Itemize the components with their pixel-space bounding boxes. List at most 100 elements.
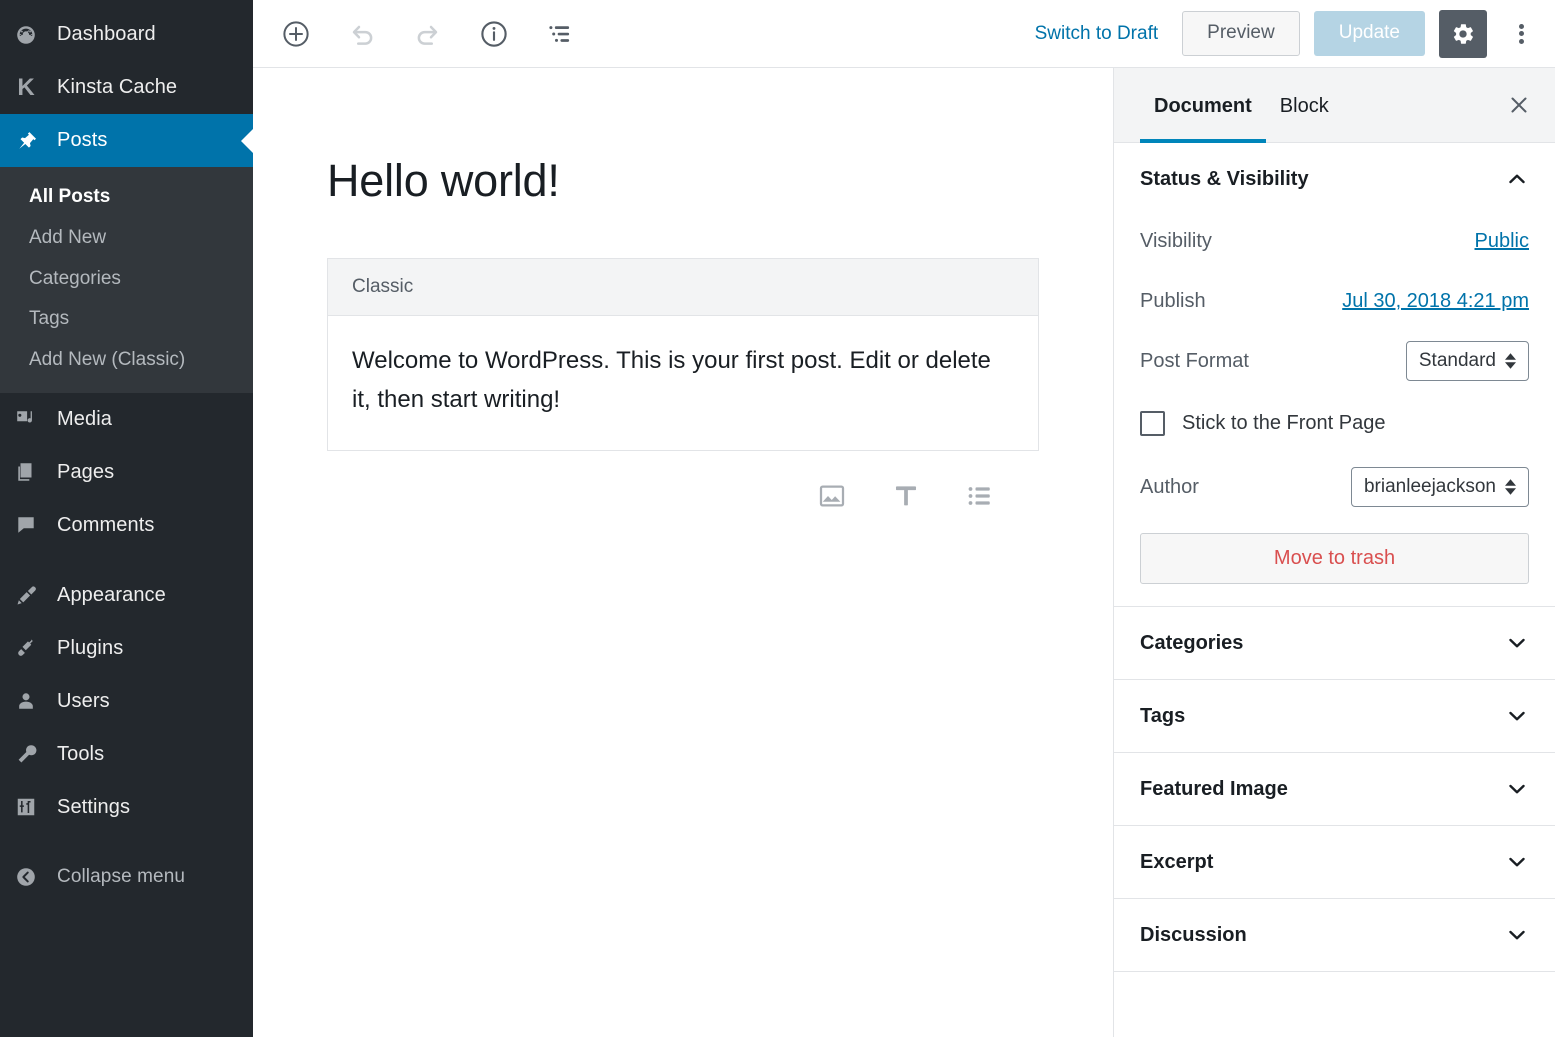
author-value: brianleejackson: [1363, 476, 1496, 497]
submenu-item-all-posts[interactable]: All Posts: [0, 177, 253, 218]
image-icon[interactable]: [815, 479, 849, 513]
update-button[interactable]: Update: [1313, 11, 1425, 56]
sidebar-item-label: Media: [57, 407, 112, 430]
editor-body: Hello world! Classic Welcome to WordPres…: [253, 68, 1555, 1037]
post-title[interactable]: Hello world!: [327, 154, 1039, 208]
sidebar-item-label: Appearance: [57, 583, 166, 606]
tab-document[interactable]: Document: [1140, 69, 1266, 143]
paragraph-icon[interactable]: [889, 479, 923, 513]
stick-front-page-checkbox[interactable]: [1140, 410, 1165, 436]
sidebar-item-label: Tools: [57, 742, 105, 765]
classic-block[interactable]: Classic Welcome to WordPress. This is yo…: [327, 258, 1039, 451]
sidebar-item-label: Comments: [57, 513, 155, 536]
panel-excerpt-header[interactable]: Excerpt: [1114, 826, 1555, 898]
wordpress-editor-app: Dashboard K Kinsta Cache Posts All Posts…: [0, 0, 1555, 1037]
close-icon: [1507, 93, 1531, 117]
tools-wrench-icon: [12, 743, 40, 765]
block-navigation-button[interactable]: [539, 13, 581, 55]
panel-title: Status & Visibility: [1140, 167, 1309, 190]
switch-to-draft-link[interactable]: Switch to Draft: [1025, 17, 1169, 51]
quick-insert-bar: [327, 451, 1039, 513]
toolbar-left-group: [275, 13, 581, 55]
submenu-item-tags[interactable]: Tags: [0, 299, 253, 340]
panel-title: Tags: [1140, 704, 1186, 727]
spinner-arrows-icon: [1505, 353, 1516, 369]
settings-sidebar: Document Block Status & Visibility Visib…: [1113, 68, 1555, 1037]
author-select[interactable]: brianleejackson: [1350, 467, 1529, 507]
users-icon: [12, 690, 40, 712]
publish-date-link[interactable]: Jul 30, 2018 4:21 pm: [1342, 290, 1529, 313]
content-info-button[interactable]: [473, 13, 515, 55]
panel-status-visibility-body: Visibility Public Publish Jul 30, 2018 4…: [1114, 215, 1555, 606]
panel-discussion-header[interactable]: Discussion: [1114, 899, 1555, 971]
redo-button[interactable]: [407, 13, 449, 55]
stick-front-page-label: Stick to the Front Page: [1182, 411, 1386, 434]
sidebar-item-label: Dashboard: [57, 23, 156, 45]
submenu-item-add-new-classic[interactable]: Add New (Classic): [0, 340, 253, 381]
sidebar-item-dashboard[interactable]: Dashboard: [0, 8, 253, 61]
sidebar-item-kinsta-cache[interactable]: K Kinsta Cache: [0, 61, 253, 114]
post-format-select[interactable]: Standard: [1405, 341, 1529, 381]
move-to-trash-button[interactable]: Move to trash: [1140, 533, 1529, 584]
sidebar-item-label: Pages: [57, 460, 115, 483]
collapse-arrow-icon: [12, 866, 40, 888]
pin-icon: [12, 130, 40, 152]
settings-gear-button[interactable]: [1439, 9, 1487, 58]
chevron-down-icon: [1505, 850, 1529, 874]
author-label: Author: [1140, 475, 1199, 498]
posts-submenu: All Posts Add New Categories Tags Add Ne…: [0, 167, 253, 393]
chevron-down-icon: [1505, 631, 1529, 655]
more-options-button[interactable]: [1501, 12, 1541, 56]
sidebar-item-plugins[interactable]: Plugins: [0, 622, 253, 675]
undo-button[interactable]: [341, 13, 383, 55]
classic-block-content[interactable]: Welcome to WordPress. This is your first…: [328, 316, 1038, 450]
row-sticky: Stick to the Front Page: [1140, 395, 1529, 451]
preview-button[interactable]: Preview: [1182, 11, 1300, 56]
chevron-down-icon: [1505, 777, 1529, 801]
settings-sliders-icon: [12, 796, 40, 818]
classic-block-label: Classic: [328, 259, 1038, 316]
panel-discussion: Discussion: [1114, 899, 1555, 972]
tab-block[interactable]: Block: [1266, 69, 1343, 142]
sidebar-collapse-label: Collapse menu: [57, 866, 186, 888]
visibility-value-link[interactable]: Public: [1475, 230, 1529, 253]
editor-main: Switch to Draft Preview Update Hello wor…: [253, 0, 1555, 1037]
chevron-down-icon: [1505, 923, 1529, 947]
sidebar-item-users[interactable]: Users: [0, 675, 253, 728]
panel-categories-header[interactable]: Categories: [1114, 607, 1555, 679]
close-settings-button[interactable]: [1497, 83, 1541, 127]
spinner-arrows-icon: [1505, 479, 1516, 495]
sidebar-item-media[interactable]: Media: [0, 393, 253, 446]
editor-toolbar: Switch to Draft Preview Update: [253, 0, 1555, 68]
sidebar-item-posts[interactable]: Posts: [0, 114, 253, 167]
row-publish: Publish Jul 30, 2018 4:21 pm: [1140, 275, 1529, 327]
admin-sidebar: Dashboard K Kinsta Cache Posts All Posts…: [0, 0, 253, 1037]
sidebar-collapse-menu[interactable]: Collapse menu: [0, 851, 253, 904]
publish-label: Publish: [1140, 289, 1206, 312]
sidebar-item-settings[interactable]: Settings: [0, 781, 253, 834]
panel-status-visibility-header[interactable]: Status & Visibility: [1114, 143, 1555, 215]
sidebar-item-label: Posts: [57, 129, 108, 151]
panel-tags-header[interactable]: Tags: [1114, 680, 1555, 752]
submenu-item-add-new[interactable]: Add New: [0, 218, 253, 259]
panel-categories: Categories: [1114, 607, 1555, 680]
sidebar-item-appearance[interactable]: Appearance: [0, 569, 253, 622]
gear-icon: [1450, 21, 1476, 47]
row-author: Author brianleejackson: [1140, 461, 1529, 513]
sidebar-item-tools[interactable]: Tools: [0, 728, 253, 781]
panel-featured-image: Featured Image: [1114, 753, 1555, 826]
sidebar-item-pages[interactable]: Pages: [0, 446, 253, 499]
sidebar-divider: [0, 552, 253, 569]
editor-canvas: Hello world! Classic Welcome to WordPres…: [253, 68, 1113, 1037]
panel-title: Categories: [1140, 631, 1244, 654]
toolbar-right-group: Switch to Draft Preview Update: [1025, 9, 1541, 58]
pages-icon: [12, 461, 40, 483]
sidebar-item-comments[interactable]: Comments: [0, 499, 253, 552]
sidebar-item-label: Kinsta Cache: [57, 76, 178, 98]
settings-tab-bar: Document Block: [1114, 68, 1555, 143]
panel-featured-image-header[interactable]: Featured Image: [1114, 753, 1555, 825]
add-block-button[interactable]: [275, 13, 317, 55]
list-icon[interactable]: [963, 479, 997, 513]
submenu-item-categories[interactable]: Categories: [0, 259, 253, 300]
